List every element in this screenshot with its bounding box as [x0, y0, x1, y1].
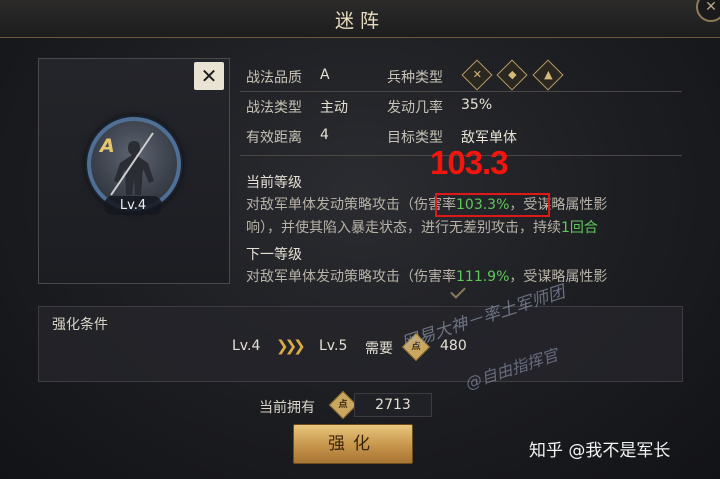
enhance-button[interactable]: 强化: [293, 424, 413, 464]
title-bar: 迷阵 ✕: [0, 0, 720, 38]
next-level-description: 对敌军单体发动策略攻击（伤害率111.9%，受谋略属性影: [246, 269, 608, 285]
enhance-condition-title: 强化条件: [52, 317, 108, 333]
annotation-highlight-box: [435, 193, 550, 217]
page-title: 迷阵: [334, 10, 385, 32]
level-arrows-icon: ❯❯❯: [276, 337, 306, 355]
grade-badge: A: [100, 135, 115, 157]
horse-icon: ▲: [532, 59, 564, 91]
owned-label: 当前拥有: [259, 400, 315, 416]
range-value: 4: [320, 127, 329, 143]
range-label: 有效距离: [246, 130, 302, 146]
troop-type-label: 兵种类型: [387, 70, 443, 86]
quality-label: 战法品质: [246, 70, 302, 86]
crossbow-icon: ✕: [461, 59, 493, 91]
from-level: Lv.4: [232, 338, 261, 354]
game-screen: 迷阵 ✕ ✕ A Lv.4 战法品质 A 兵种类型 ✕ ◆ ▲ 战法类型 主动 …: [0, 0, 720, 479]
enhance-condition-panel: [38, 306, 683, 382]
to-level: Lv.5: [319, 338, 348, 354]
duration-turns: 1回合: [561, 220, 598, 236]
tactic-type-label: 战法类型: [246, 100, 302, 116]
tactic-type-value: 主动: [320, 100, 348, 116]
level-badge: Lv.4: [104, 196, 162, 215]
quality-value: A: [320, 67, 330, 83]
card-close-button[interactable]: ✕: [194, 62, 224, 90]
tactic-point-icon: 点: [328, 390, 358, 420]
trigger-rate-value: 35%: [461, 97, 493, 113]
next-level-heading: 下一等级: [246, 247, 302, 263]
soldier-icon: [110, 132, 154, 196]
need-label: 需要: [365, 341, 393, 357]
owned-amount: 2713: [375, 397, 411, 413]
current-level-heading: 当前等级: [246, 175, 302, 191]
divider: [240, 91, 682, 92]
source-credit: 知乎 @我不是军长: [529, 441, 671, 461]
next-damage-rate: 111.9%: [456, 269, 510, 285]
trigger-rate-label: 发动几率: [387, 100, 443, 116]
shield-icon: ◆: [496, 59, 528, 91]
annotation-value: 103.3: [430, 144, 509, 181]
